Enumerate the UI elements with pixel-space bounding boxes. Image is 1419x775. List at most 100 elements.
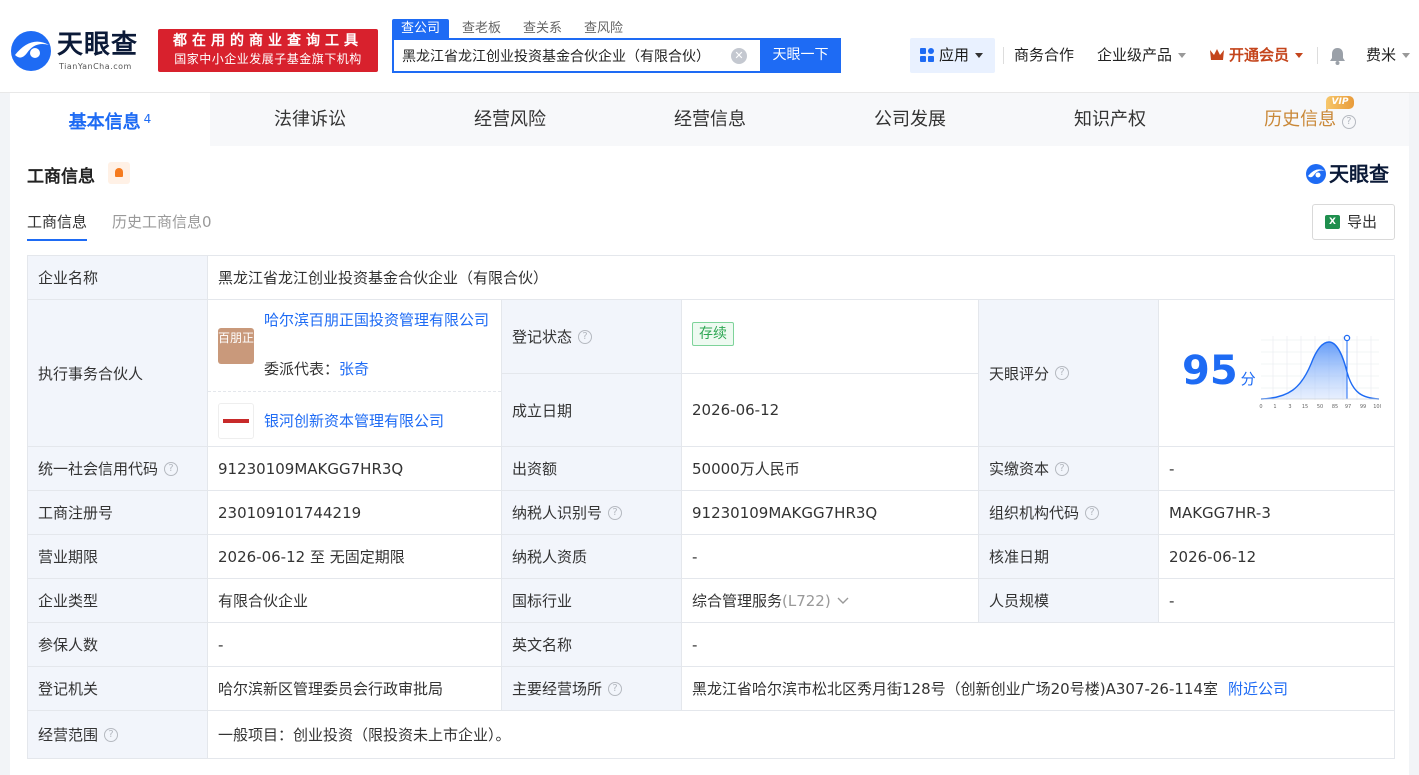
- tab-basic-label: 基本信息: [68, 112, 141, 133]
- nav-enterprise-menu[interactable]: 企业级产品: [1097, 38, 1187, 73]
- value-english-name: -: [682, 623, 1395, 667]
- chevron-down-icon: [837, 597, 849, 604]
- help-icon[interactable]: ?: [608, 681, 623, 696]
- logo-domain: TianYanCha.com: [59, 62, 132, 71]
- subtab-history[interactable]: 历史工商信息0: [112, 211, 212, 241]
- nav-divider: [1317, 47, 1318, 64]
- label-reg-status: 登记状态?: [502, 300, 682, 374]
- export-label: 导出: [1347, 213, 1378, 231]
- eye-logo-icon: [1306, 164, 1326, 184]
- label-taxpayer-qual: 纳税人资质: [502, 535, 682, 579]
- search-tab-boss[interactable]: 查老板: [453, 19, 510, 39]
- crown-icon: [1210, 49, 1224, 60]
- value-org-code: MAKGG7HR-3: [1159, 491, 1395, 535]
- axis-tick: 100: [1373, 404, 1381, 410]
- reg-status-label-text: 登记状态: [512, 328, 573, 346]
- top-header: 天眼查 TianYanCha.com 都在用的商业查询工具 国家中小企业发展子基…: [0, 0, 1419, 93]
- label-insured: 参保人数: [28, 623, 208, 667]
- org-code-label-text: 组织机构代码: [989, 504, 1080, 522]
- label-contribution: 出资额: [502, 447, 682, 491]
- help-icon[interactable]: ?: [608, 505, 623, 520]
- chevron-down-icon: [1295, 53, 1304, 58]
- score-value: 95 分: [1182, 348, 1256, 394]
- apps-menu-button[interactable]: 应用: [910, 38, 995, 73]
- help-icon[interactable]: ?: [164, 461, 179, 476]
- excel-icon: X: [1325, 215, 1340, 229]
- label-paid-capital: 实缴资本?: [979, 447, 1159, 491]
- label-industry: 国标行业: [502, 579, 682, 623]
- search-box: ✕: [392, 38, 760, 73]
- slogan-banner: 都在用的商业查询工具 国家中小企业发展子基金旗下机构: [158, 29, 378, 72]
- nearby-companies-link[interactable]: 附近公司: [1228, 678, 1288, 699]
- value-credit-code: 91230109MAKGG7HR3Q: [208, 447, 502, 491]
- value-authority: 哈尔滨新区管理委员会行政审批局: [208, 667, 502, 711]
- nav-business-link[interactable]: 商务合作: [1014, 38, 1074, 73]
- partner-item: 百朋正国 哈尔滨百朋正国投资管理有限公司 委派代表：张奇: [208, 300, 501, 392]
- status-badge: 存续: [692, 322, 734, 346]
- label-org-code: 组织机构代码?: [979, 491, 1159, 535]
- help-icon[interactable]: ?: [1341, 115, 1356, 129]
- search-input[interactable]: [394, 40, 724, 71]
- value-taxpayer-qual: -: [682, 535, 979, 579]
- value-type: 有限合伙企业: [208, 579, 502, 623]
- help-icon[interactable]: ?: [578, 329, 593, 344]
- chevron-down-icon: [1402, 53, 1411, 58]
- subtab-current[interactable]: 工商信息: [27, 211, 88, 241]
- label-company-name: 企业名称: [28, 256, 208, 300]
- partner2-link[interactable]: 银河创新资本管理有限公司: [264, 410, 444, 431]
- search-tab-risk[interactable]: 查风险: [575, 19, 632, 39]
- eye-logo-icon: [11, 31, 51, 71]
- search-tab-company[interactable]: 查公司: [392, 19, 450, 39]
- score-panel[interactable]: 95 分 0 1 3 15 50 85 97 99 10: [1159, 300, 1395, 447]
- search-button[interactable]: 天眼一下: [760, 38, 841, 73]
- value-insured: -: [208, 623, 502, 667]
- subscribe-bell-icon[interactable]: [108, 162, 130, 184]
- clear-icon[interactable]: ✕: [731, 48, 747, 64]
- paid-capital-label-text: 实缴资本: [989, 460, 1050, 478]
- search-tab-relation[interactable]: 查关系: [514, 19, 571, 39]
- nav-enterprise-label: 企业级产品: [1097, 46, 1173, 64]
- chevron-down-icon: [975, 53, 984, 58]
- user-menu[interactable]: 费米: [1366, 38, 1411, 73]
- label-address: 主要经营场所?: [502, 667, 682, 711]
- label-score: 天眼评分?: [979, 300, 1159, 447]
- label-scope: 经营范围?: [28, 711, 208, 758]
- bell-icon[interactable]: [1329, 47, 1346, 65]
- help-icon[interactable]: ?: [1055, 366, 1070, 380]
- nav-vip-menu[interactable]: 开通会员: [1209, 38, 1304, 73]
- axis-tick: 50: [1317, 404, 1323, 410]
- site-logo[interactable]: 天眼查 TianYanCha.com: [9, 29, 149, 73]
- vip-badge: VIP: [1326, 96, 1354, 109]
- value-industry[interactable]: 综合管理服务 (L722): [682, 579, 979, 623]
- credit-code-label-text: 统一社会信用代码: [38, 460, 159, 478]
- partner1-logo: 百朋正国: [218, 328, 266, 364]
- tab-history[interactable]: 历史信息 ? VIP: [1210, 93, 1410, 146]
- tab-development[interactable]: 公司发展: [810, 93, 1010, 146]
- chevron-down-icon: [1178, 53, 1187, 58]
- value-approve-date: 2026-06-12: [1159, 535, 1395, 579]
- help-icon[interactable]: ?: [1085, 505, 1100, 520]
- tab-basic-info[interactable]: 基本信息 4: [10, 93, 210, 146]
- detail-tabs: 基本信息 4 法律诉讼 经营风险 经营信息 公司发展 知识产权 历史信息 ? VI…: [10, 93, 1409, 146]
- axis-tick: 0: [1259, 404, 1262, 410]
- business-info-table: 企业名称 黑龙江省龙江创业投资基金合伙企业（有限合伙） 执行事务合伙人 百朋正国…: [27, 255, 1395, 759]
- help-icon[interactable]: ?: [1055, 461, 1070, 476]
- value-paid-capital: -: [1159, 447, 1395, 491]
- nav-divider: [1003, 47, 1004, 64]
- delegate-label: 委派代表：: [264, 360, 340, 378]
- export-button[interactable]: X 导出: [1312, 204, 1395, 240]
- value-company-name: 黑龙江省龙江创业投资基金合伙企业（有限合伙）: [208, 256, 1395, 300]
- delegate-link[interactable]: 张奇: [339, 360, 369, 378]
- tab-risk[interactable]: 经营风险: [410, 93, 610, 146]
- tab-legal[interactable]: 法律诉讼: [210, 93, 410, 146]
- tab-operation[interactable]: 经营信息: [610, 93, 810, 146]
- label-term: 营业期限: [28, 535, 208, 579]
- brand-text: 天眼查: [1329, 162, 1389, 186]
- value-address: 黑龙江省哈尔滨市松北区秀月街128号（创新创业广场20号楼)A307-26-11…: [682, 667, 1395, 711]
- tab-ip[interactable]: 知识产权: [1010, 93, 1210, 146]
- partner1-link[interactable]: 哈尔滨百朋正国投资管理有限公司: [264, 308, 494, 332]
- user-name: 费米: [1366, 46, 1397, 64]
- search-type-tabs: 查公司 查老板 查关系 查风险: [392, 18, 636, 39]
- help-icon[interactable]: ?: [104, 727, 119, 742]
- tab-history-label: 历史信息: [1264, 109, 1337, 130]
